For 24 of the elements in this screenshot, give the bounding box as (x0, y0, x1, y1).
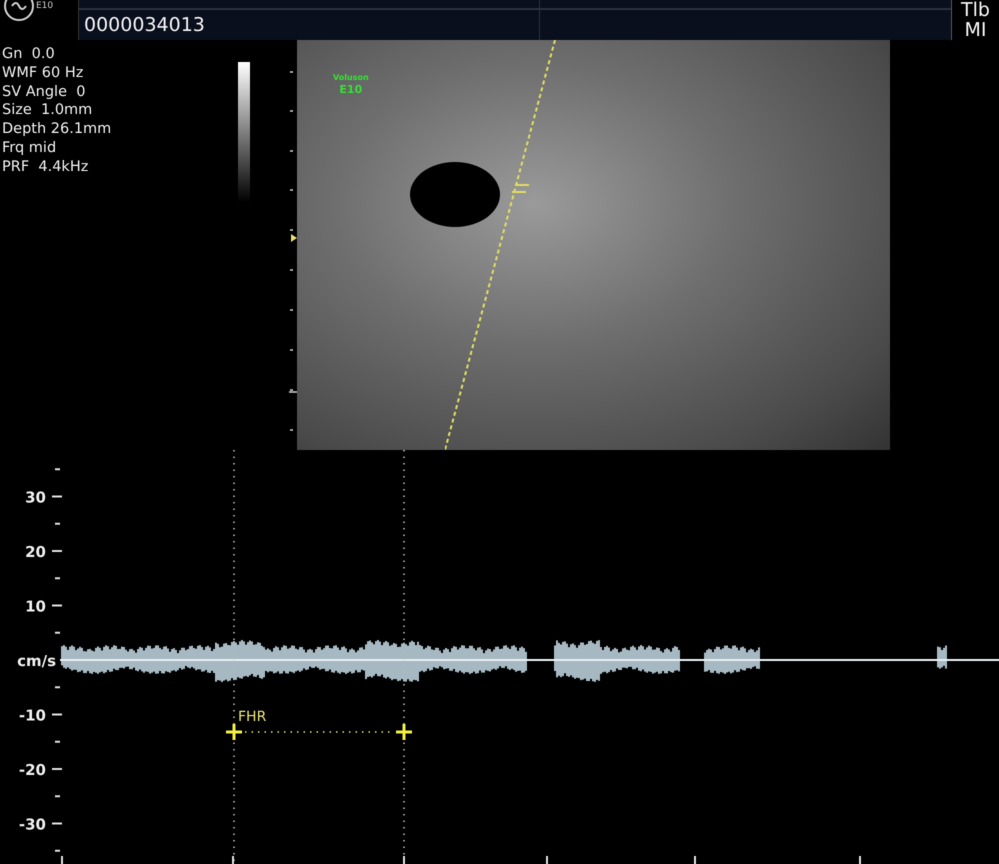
patient-id: 0000034013 (84, 14, 205, 36)
parameter-label: WMF 60 Hz (2, 64, 84, 83)
axis-label: -10 (18, 706, 46, 724)
parameter-label: Gn 0.0 (2, 45, 56, 64)
parameter-label: Frq mid (2, 138, 58, 158)
brand-label: Voluson (333, 73, 369, 83)
model-label: E10 (36, 1, 54, 12)
indicator-label: MI (964, 20, 986, 40)
caliper-cross-icon (394, 722, 414, 742)
axis-label: -30 (18, 816, 46, 834)
logo-icon (4, 0, 34, 22)
axis-label: 10 (25, 598, 46, 616)
axis-label: 30 (25, 488, 46, 506)
model-label: E10 (339, 83, 362, 96)
axis-label: -20 (18, 761, 46, 779)
axis-label: 20 (25, 543, 46, 561)
axis-label: cm/s (17, 652, 56, 670)
indicator-label: Tlb (961, 0, 990, 20)
parameter-label: PRF 4.4kHz (2, 158, 90, 177)
parameter-label: Size 1.0mm (2, 101, 94, 120)
caliper-cross-icon (224, 722, 244, 742)
caliper-label: FHR (238, 709, 266, 725)
parameter-label: Depth 26.1mm (2, 120, 112, 139)
parameter-label: SV Angle 0 (2, 82, 86, 102)
